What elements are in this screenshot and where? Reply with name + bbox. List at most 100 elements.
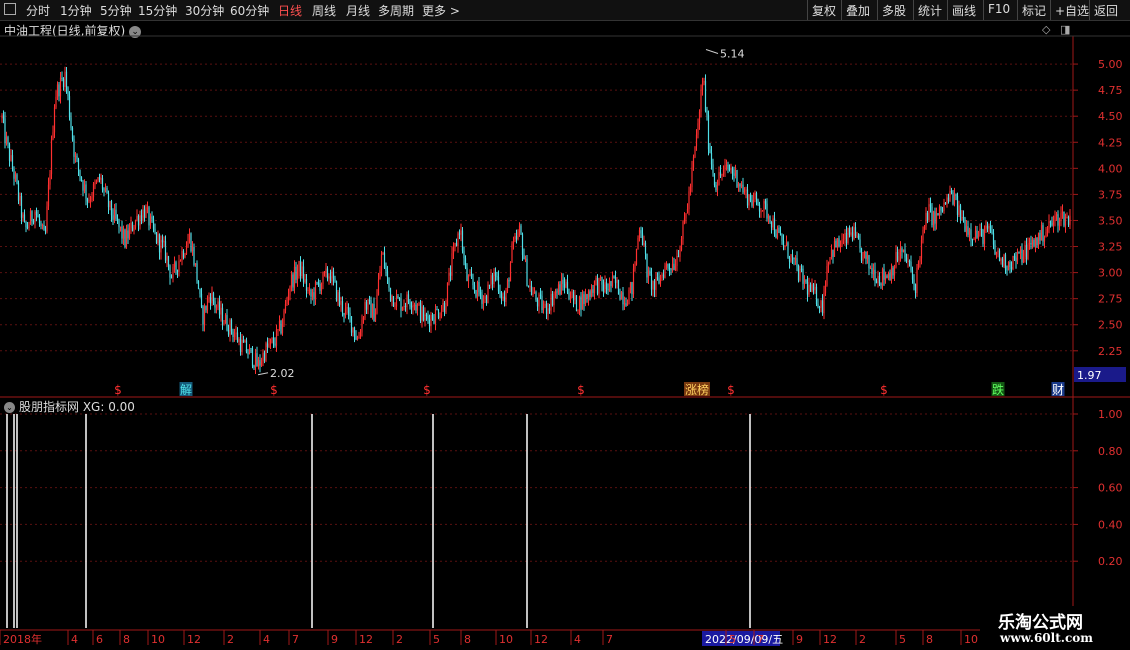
candle-body (562, 279, 564, 284)
candle-body (139, 215, 141, 226)
candle-body (796, 258, 798, 267)
candle-body (47, 184, 50, 207)
candle-body (992, 233, 995, 245)
candle-body (563, 283, 566, 288)
candle-body (727, 164, 729, 169)
candle-body (358, 337, 360, 339)
candle-body (835, 240, 837, 248)
candle-body (1003, 254, 1005, 267)
candle-body (274, 343, 276, 346)
event-marker[interactable]: $ (114, 383, 122, 397)
candle-body (970, 229, 972, 240)
candle-body (521, 234, 524, 255)
candle-body (220, 307, 222, 315)
candle-body (1021, 249, 1023, 263)
candle-body (259, 360, 261, 366)
candle-body (181, 251, 183, 261)
candle-body (667, 264, 669, 268)
event-marker[interactable]: 解 (180, 383, 192, 397)
time-tick-label: 5 (729, 633, 736, 646)
candle-body (593, 280, 596, 293)
candle-body (424, 314, 426, 321)
event-marker[interactable]: $ (270, 383, 278, 397)
candle-body (604, 282, 606, 293)
candle-body (208, 297, 210, 299)
candle-body (89, 199, 92, 201)
candle-body (440, 310, 443, 317)
candle-body (317, 283, 320, 285)
candle-body (913, 279, 915, 285)
candle-body (76, 155, 78, 159)
candle-body (407, 294, 410, 303)
event-marker[interactable]: $ (423, 383, 431, 397)
candle-body (1034, 237, 1037, 247)
candle-body (1022, 256, 1025, 263)
candle-body (602, 284, 605, 293)
candle-body (17, 183, 20, 201)
candle-body (319, 283, 321, 291)
candle-body (221, 307, 224, 325)
event-marker[interactable]: 涨榜 (685, 382, 709, 397)
candle-body (16, 174, 18, 184)
candle-body (142, 209, 144, 221)
candle-body (760, 211, 762, 213)
candle-body (116, 218, 119, 220)
candle-body (206, 298, 209, 311)
candle-body (443, 302, 446, 313)
time-tick-label: 2018年 (3, 632, 42, 646)
candle-body (977, 235, 980, 238)
candle-body (158, 234, 161, 253)
stock-chart[interactable]: 5.00 4.75 4.50 4.25 4.00 3.75 3.50 3.25 3.00 2.75… (0, 0, 1130, 650)
candle-body (1028, 243, 1031, 245)
candle-body (812, 284, 815, 291)
candle-body (41, 224, 44, 226)
candle-body (409, 302, 411, 307)
candle-body (1, 115, 3, 119)
candle-body (194, 263, 197, 265)
event-marker[interactable]: 跌 (992, 382, 1004, 397)
candle-body (251, 348, 254, 366)
candle-body (329, 276, 332, 282)
time-tick-label: 7 (757, 633, 764, 646)
candle-body (920, 240, 923, 259)
candle-body (617, 279, 620, 295)
candle-body (217, 301, 219, 308)
candle-body (5, 137, 8, 144)
candle-body (832, 249, 834, 257)
candle-body (986, 225, 989, 229)
candle-body (850, 232, 852, 235)
candle-body (485, 296, 488, 304)
candle-body (799, 268, 801, 281)
candle-body (740, 184, 743, 187)
event-marker[interactable]: 财 (1052, 383, 1064, 397)
candle-body (350, 316, 353, 333)
event-marker[interactable]: $ (727, 383, 735, 397)
candle-body (263, 352, 266, 361)
candle-body (737, 183, 740, 187)
candle-body (184, 254, 186, 258)
candle-body (122, 229, 125, 239)
candle-body (355, 336, 357, 340)
candle-body (931, 206, 933, 226)
candle-body (859, 239, 861, 249)
candle-body (695, 134, 698, 147)
indicator-tick-label: 0.40 (1098, 518, 1123, 531)
candle-body (79, 169, 81, 177)
event-marker[interactable]: $ (577, 383, 585, 397)
candle-body (338, 292, 341, 305)
candle-body (415, 304, 417, 311)
candle-body (761, 210, 764, 212)
candle-body (271, 338, 273, 340)
candle-body (400, 298, 402, 311)
candle-body (22, 214, 24, 218)
candle-body (857, 235, 860, 240)
candle-body (533, 292, 536, 294)
event-marker[interactable]: $ (880, 383, 888, 397)
candle-body (316, 282, 318, 284)
candle-body (320, 284, 323, 291)
candle-body (95, 181, 98, 184)
candle-body (359, 332, 362, 338)
time-tick-label: 8 (464, 633, 471, 646)
candle-body (506, 280, 509, 292)
candle-body (214, 301, 216, 308)
